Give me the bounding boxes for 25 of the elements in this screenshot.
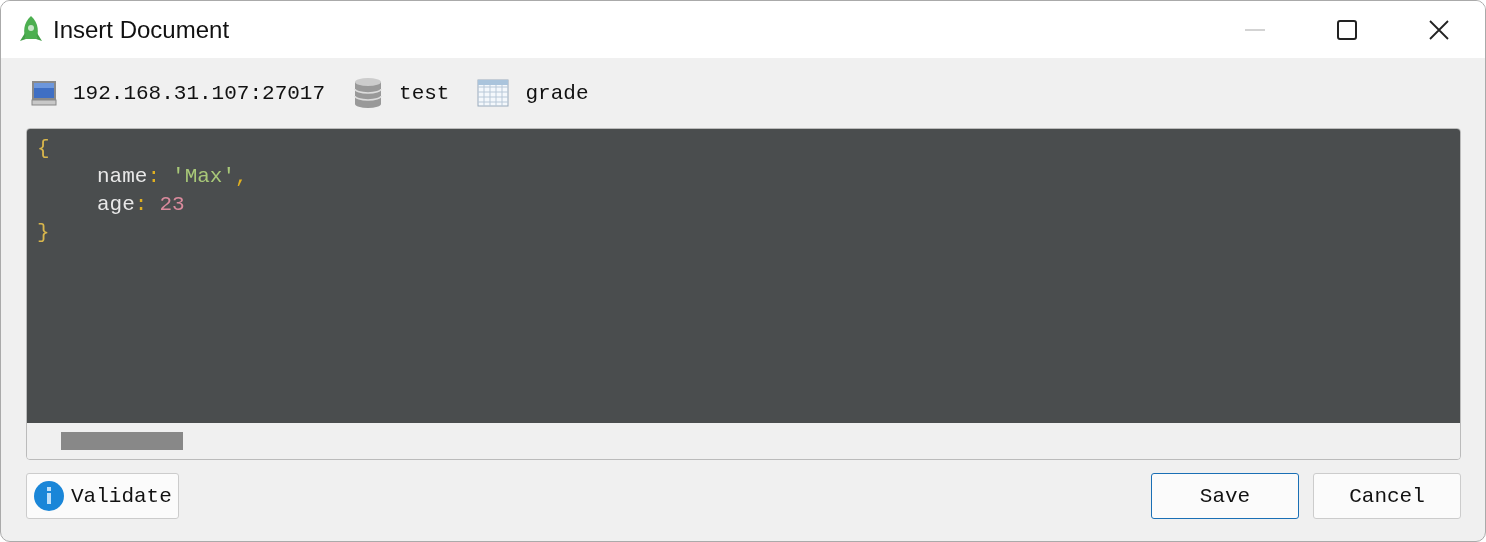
code-number: 23: [159, 192, 185, 218]
close-icon: [1429, 19, 1449, 40]
info-icon: [33, 480, 65, 512]
minimize-icon: [1245, 28, 1265, 31]
breadcrumb-label: 192.168.31.107:27017: [73, 81, 326, 105]
code-punct: :: [147, 164, 161, 190]
code-punct: ,: [235, 164, 248, 190]
dialog-button[interactable]: Cancel: [1313, 473, 1461, 519]
code-editor[interactable]: { name: 'Max', age: 23 }: [26, 128, 1461, 460]
code-punct: :: [134, 192, 148, 218]
database-icon: [353, 77, 384, 109]
table-icon: [477, 79, 510, 107]
window-title: Insert Document: [53, 15, 231, 44]
maximize-icon: [1337, 19, 1357, 40]
breadcrumb-label: test: [399, 81, 450, 105]
breadcrumb-label: grade: [525, 81, 589, 105]
code-brace: {: [37, 136, 50, 162]
scrollbar-thumb[interactable]: [61, 432, 183, 450]
dialog-button[interactable]: Save: [1151, 473, 1299, 519]
dialog-button[interactable]: Validate: [26, 473, 179, 519]
code-brace: }: [37, 220, 50, 246]
code-string: 'Max': [172, 164, 236, 190]
monitor-icon: [31, 80, 57, 106]
code-key: name: [97, 163, 148, 191]
code-key: age: [97, 191, 135, 219]
